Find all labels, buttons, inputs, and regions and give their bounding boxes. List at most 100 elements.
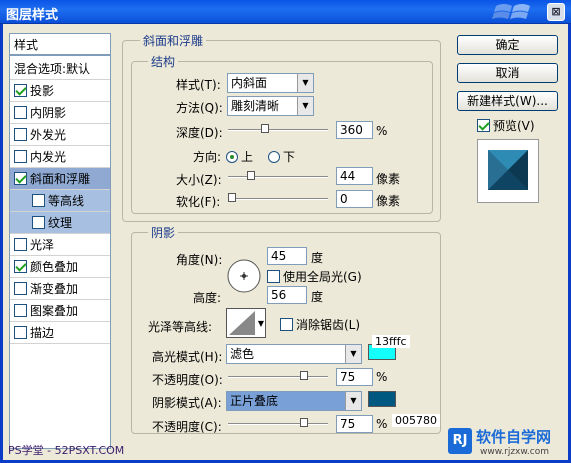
ok-button[interactable]: 确定 — [457, 35, 558, 55]
chevron-down-icon: ▼ — [345, 392, 361, 410]
chevron-down-icon: ▼ — [297, 74, 313, 92]
global-light-checkbox[interactable]: 使用全局光(G) — [267, 268, 362, 285]
direction-up-radio[interactable]: 上 — [226, 148, 253, 165]
gloss-contour-label: 光泽等高线: — [148, 320, 213, 334]
chevron-down-icon: ▼ — [257, 319, 264, 328]
size-label: 大小(Z): — [176, 173, 222, 187]
style-item[interactable]: 混合选项:默认 — [10, 58, 110, 80]
global-light-label: 使用全局光(G) — [283, 270, 362, 284]
checkbox-icon[interactable] — [14, 84, 27, 97]
checkbox-icon — [267, 270, 280, 283]
preview-checkbox[interactable]: 预览(V) — [477, 117, 535, 134]
highlight-mode-select[interactable]: 滤色 ▼ — [226, 344, 362, 364]
shadow-opacity-slider[interactable] — [228, 423, 328, 425]
highlight-hex-label: 13fffc — [372, 335, 410, 348]
gloss-contour-picker[interactable]: ▼ — [226, 308, 266, 338]
depth-label: 深度(D): — [176, 126, 223, 140]
angle-input[interactable]: 45 — [267, 247, 307, 265]
cancel-button[interactable]: 取消 — [457, 63, 558, 83]
size-slider-thumb[interactable] — [247, 171, 256, 180]
shadow-opacity-thumb[interactable] — [300, 418, 308, 427]
depth-unit: % — [376, 124, 388, 138]
direction-down-radio[interactable]: 下 — [268, 148, 295, 165]
style-item-label: 内阴影 — [30, 106, 67, 120]
shadow-opacity-label: 不透明度(C): — [152, 420, 222, 434]
angle-dial[interactable] — [226, 258, 262, 294]
style-item[interactable]: 内阴影 — [10, 102, 110, 124]
shadow-color-swatch[interactable] — [368, 391, 396, 407]
shadow-mode-select[interactable]: 正片叠底 ▼ — [226, 391, 362, 411]
angle-label: 角度(N): — [176, 253, 223, 267]
checkbox-icon[interactable] — [14, 150, 27, 163]
radio-on-icon — [226, 151, 238, 163]
size-slider[interactable] — [228, 176, 328, 178]
style-item[interactable]: 渐变叠加 — [10, 278, 110, 300]
antialias-checkbox[interactable]: 消除锯齿(L) — [280, 316, 360, 333]
chevron-down-icon: ▼ — [297, 97, 313, 115]
checkbox-icon[interactable] — [14, 260, 27, 273]
checkbox-icon[interactable] — [14, 326, 27, 339]
size-input[interactable]: 44 — [336, 167, 373, 185]
style-item[interactable]: 描边 — [10, 322, 110, 344]
checkbox-icon[interactable] — [14, 282, 27, 295]
checkbox-icon[interactable] — [14, 304, 27, 317]
watermark-right-url: www.rjzxw.com — [480, 447, 549, 457]
antialias-label: 消除锯齿(L) — [296, 318, 361, 332]
contour-icon — [229, 311, 255, 335]
shadow-opacity-input[interactable]: 75 — [336, 415, 373, 433]
style-item-label: 外发光 — [30, 128, 67, 142]
depth-slider-thumb[interactable] — [260, 124, 269, 133]
shading-title: 阴影 — [148, 224, 179, 241]
new-style-button[interactable]: 新建样式(W)... — [457, 91, 558, 111]
direction-down-label: 下 — [283, 150, 296, 164]
style-item[interactable]: 等高线 — [10, 190, 110, 212]
style-item[interactable]: 颜色叠加 — [10, 256, 110, 278]
highlight-mode-label: 高光模式(H): — [152, 350, 223, 364]
style-list: 样式 混合选项:默认 投影 内阴影 外发光 内发光 斜面和浮雕 等高线 纹理 光泽 颜色叠加 渐变叠… — [9, 33, 111, 449]
depth-input[interactable]: 360 — [336, 121, 373, 139]
style-item[interactable]: 光泽 — [10, 234, 110, 256]
style-item[interactable]: 投影 — [10, 80, 110, 102]
preview-swatch-icon — [488, 150, 528, 190]
style-item-label: 光泽 — [30, 238, 55, 252]
technique-label: 方法(Q): — [176, 101, 223, 115]
size-unit: 像素 — [376, 172, 401, 186]
soften-slider-thumb[interactable] — [228, 193, 236, 202]
style-item[interactable]: 纹理 — [10, 212, 110, 234]
close-button[interactable]: ⊠ — [547, 3, 565, 21]
style-item[interactable]: 图案叠加 — [10, 300, 110, 322]
style-item[interactable]: 外发光 — [10, 124, 110, 146]
highlight-opacity-unit: % — [376, 370, 388, 384]
altitude-input[interactable]: 56 — [267, 286, 307, 304]
shadow-opacity-unit: % — [376, 417, 388, 431]
chevron-down-icon: ▼ — [345, 345, 361, 363]
style-item-label: 等高线 — [48, 194, 85, 208]
soften-slider[interactable] — [228, 198, 328, 200]
depth-slider[interactable] — [228, 129, 328, 131]
style-item[interactable]: 内发光 — [10, 146, 110, 168]
title-bar: 图层样式 ⊠ — [0, 0, 571, 24]
style-item-label: 渐变叠加 — [30, 282, 79, 296]
direction-label: 方向: — [193, 150, 222, 164]
angle-unit: 度 — [311, 251, 324, 265]
highlight-opacity-input[interactable]: 75 — [336, 368, 373, 386]
technique-select[interactable]: 雕刻清晰 ▼ — [227, 96, 314, 116]
window-title: 图层样式 — [6, 8, 59, 23]
checkbox-icon[interactable] — [32, 194, 45, 207]
highlight-opacity-slider[interactable] — [228, 376, 328, 378]
highlight-opacity-thumb[interactable] — [300, 371, 308, 380]
checkbox-icon[interactable] — [14, 128, 27, 141]
checkbox-icon[interactable] — [14, 238, 27, 251]
altitude-unit: 度 — [311, 290, 324, 304]
soften-unit: 像素 — [376, 194, 401, 208]
soften-input[interactable]: 0 — [336, 190, 373, 208]
style-select[interactable]: 内斜面 ▼ — [227, 73, 314, 93]
style-item-label: 纹理 — [48, 216, 73, 230]
checkbox-icon[interactable] — [14, 106, 27, 119]
structure-title: 结构 — [148, 53, 179, 70]
windows-logo-icon — [492, 4, 530, 19]
checkbox-icon[interactable] — [32, 216, 45, 229]
direction-up-label: 上 — [241, 150, 254, 164]
checkbox-icon[interactable] — [14, 172, 27, 185]
style-item[interactable]: 斜面和浮雕 — [10, 168, 110, 190]
